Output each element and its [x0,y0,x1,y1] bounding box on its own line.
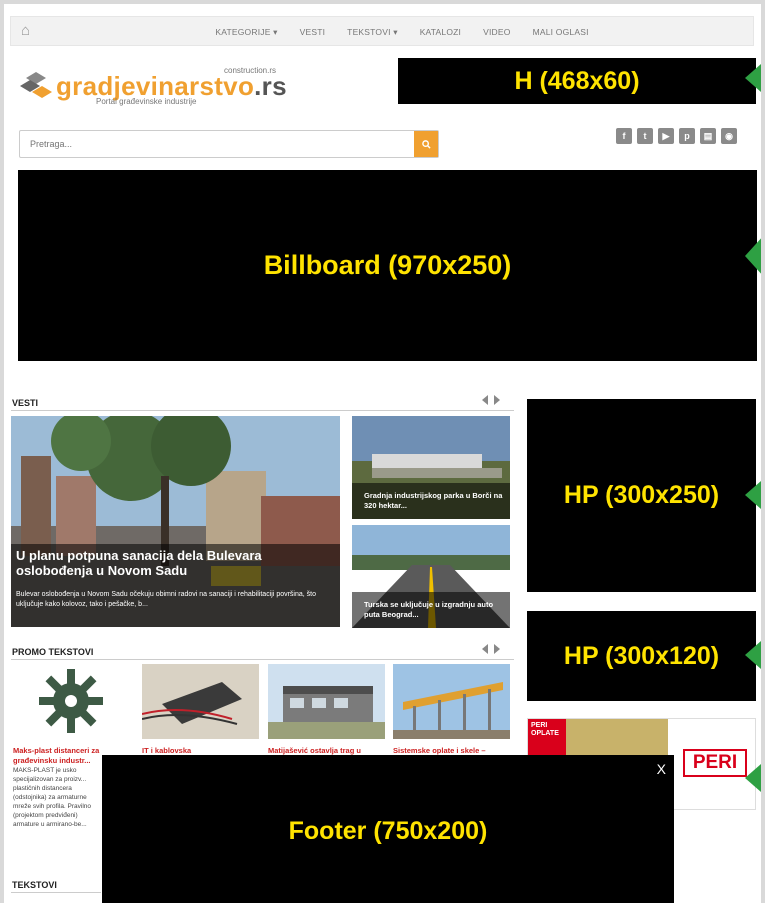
section-title-tekstovi: TEKSTOVI [12,880,57,890]
close-icon[interactable]: X [657,761,666,777]
section-title-vesti: VESTI [12,398,39,408]
nav-item-kategorije[interactable]: KATEGORIJE ▾ [215,27,277,38]
twitter-icon[interactable]: t [637,128,653,144]
search-input[interactable] [20,131,414,157]
arrow-marker [745,234,761,278]
billboard-ad[interactable]: Billboard (970x250) [18,170,757,361]
youtube-icon[interactable]: ▶ [658,128,674,144]
promo-image [393,664,510,739]
promo-description: MAKS-PLAST je usko specijalizovan za pro… [13,767,92,828]
side-article[interactable]: Turska se uključuje u izgradnju auto put… [352,525,510,628]
peri-badge: PERI OPLATE [528,719,566,757]
side-article-caption: Turska se uključuje u izgradnju auto put… [352,592,510,628]
promo-pager [482,644,500,654]
vesti-pager [482,395,500,405]
search-box [19,130,439,158]
promo-thumbnail[interactable] [142,664,259,739]
top-navigation: ⌂ KATEGORIJE ▾ VESTI TEKSTOVI ▾ KATALOZI… [10,16,754,46]
side-article-title[interactable]: Turska se uključuje u izgradnju auto put… [364,600,504,620]
arrow-marker [745,481,761,509]
peri-logo: PERI [683,749,747,777]
nav-item-katalozi[interactable]: KATALOZI [420,27,461,37]
footer-ad-label: Footer (750x200) [288,816,488,845]
site-logo[interactable]: construction.rs gradjevinarstvo.rs Porta… [18,64,288,109]
next-arrow-icon[interactable] [494,644,500,654]
rss-icon[interactable]: ◉ [721,128,737,144]
footer-ad[interactable]: Footer (750x200) X [102,755,674,903]
facebook-icon[interactable]: f [616,128,632,144]
arrow-marker [745,641,761,669]
hp-ad-large[interactable]: HP (300x250) [527,399,756,592]
search-icon [421,139,431,149]
side-article-caption: Gradnja industrijskog parka u Borči na 3… [352,483,510,519]
nav-item-mali-oglasi[interactable]: MALI OGLASI [533,27,589,37]
social-links: f t ▶ p ▤ ◉ [616,128,737,144]
side-article-title[interactable]: Gradnja industrijskog parka u Borči na 3… [364,491,504,511]
search-button[interactable] [414,131,438,157]
hero-description: Bulevar oslobođenja u Novom Sadu očekuju… [16,591,316,608]
header-ad[interactable]: H (468x60) [398,58,756,104]
hero-article[interactable]: U planu potpuna sanacija dela Bulevara o… [11,416,340,627]
promo-thumbnail[interactable] [393,664,510,739]
nav-item-tekstovi[interactable]: TEKSTOVI ▾ [347,27,398,38]
pinterest-icon[interactable]: p [679,128,695,144]
spacer-product-image [13,664,130,739]
prev-arrow-icon[interactable] [482,395,488,405]
section-divider [11,410,514,411]
next-arrow-icon[interactable] [494,395,500,405]
arrow-marker [745,764,761,792]
page: ⌂ KATEGORIJE ▾ VESTI TEKSTOVI ▾ KATALOZI… [4,4,761,903]
promo-thumbnail[interactable] [13,664,130,739]
logo-mark-icon [20,72,52,98]
logo-tagline: Portal građevinske industrije [96,97,197,106]
nav-item-video[interactable]: VIDEO [483,27,510,37]
section-divider [11,892,101,893]
hp-ad-small[interactable]: HP (300x120) [527,611,756,701]
nav-item-vesti[interactable]: VESTI [300,27,326,37]
prev-arrow-icon[interactable] [482,644,488,654]
section-title-promo: PROMO TEKSTOVI [12,647,94,657]
side-article[interactable]: Gradnja industrijskog parka u Borči na 3… [352,416,510,519]
arrow-marker [745,64,761,92]
hero-title[interactable]: U planu potpuna sanacija dela Bulevara o… [16,548,334,578]
section-divider [11,659,514,660]
promo-image [268,664,385,739]
promo-thumbnail[interactable] [268,664,385,739]
catalog-icon[interactable]: ▤ [700,128,716,144]
promo-image [142,664,259,739]
